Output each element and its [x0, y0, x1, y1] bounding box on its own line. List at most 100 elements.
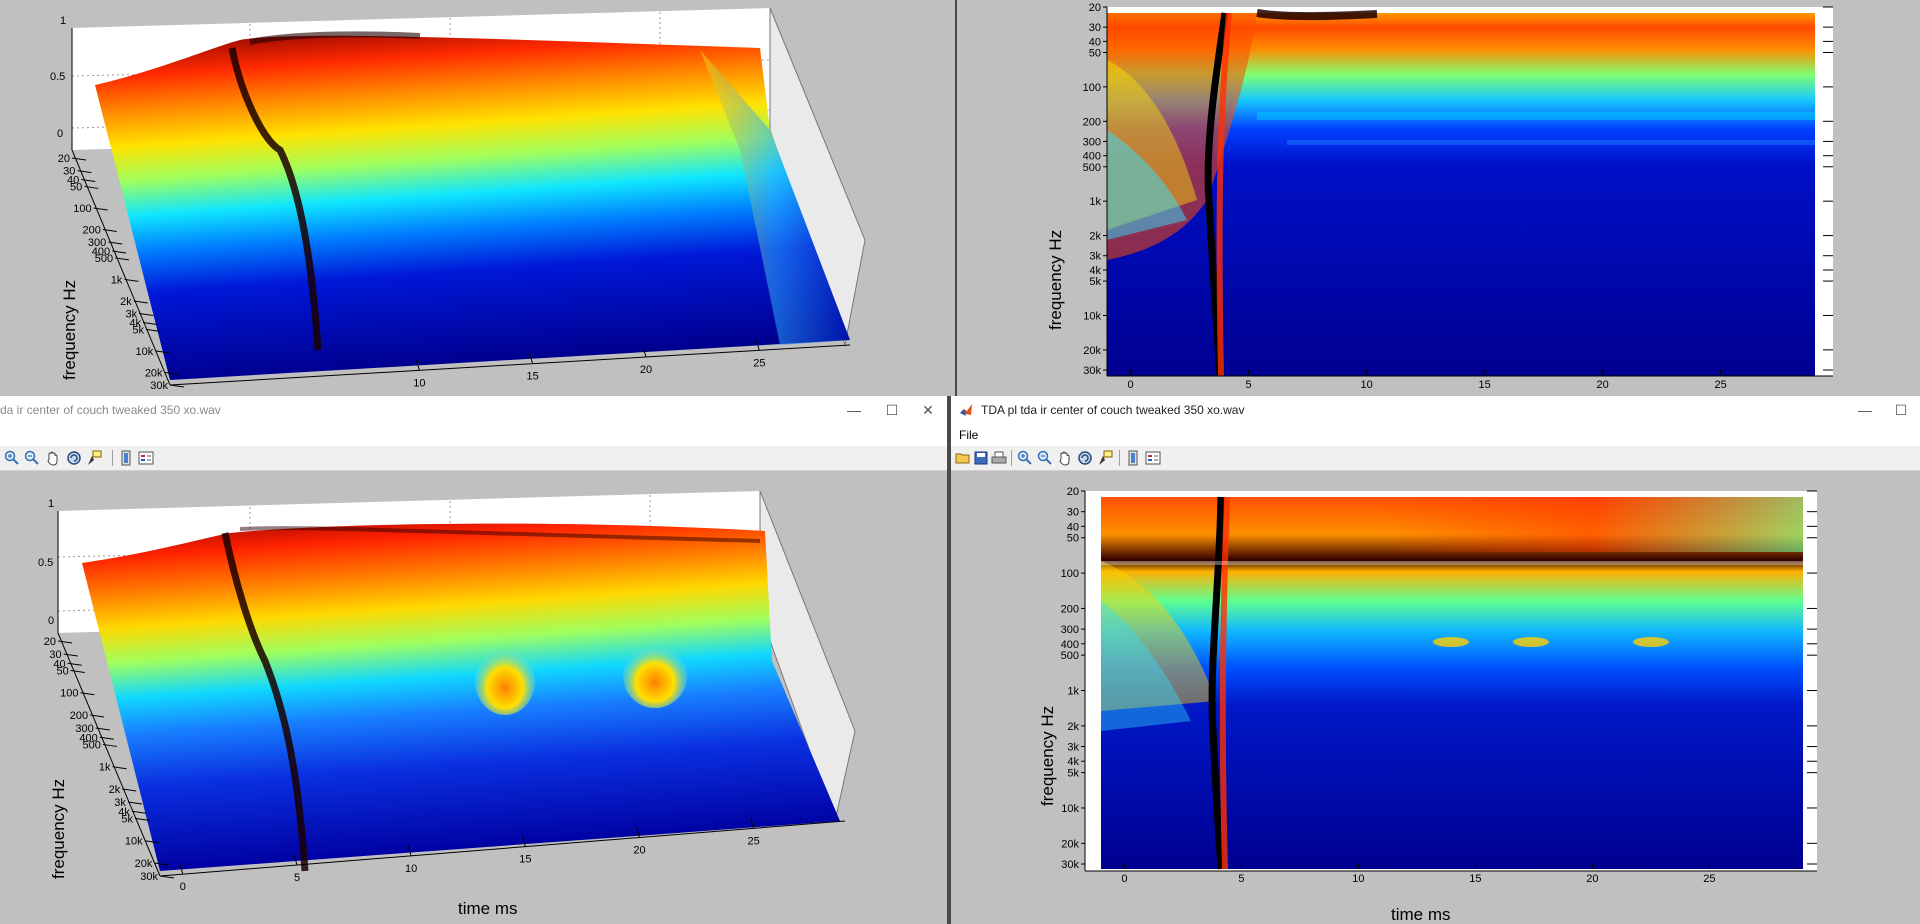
y-tick-label: 300 — [1083, 136, 1101, 148]
open-icon[interactable] — [955, 450, 971, 466]
x-tick-label: 15 — [1469, 873, 1481, 885]
menu-bar — [0, 424, 947, 446]
z-tick-label: 1 — [60, 15, 66, 27]
z-tick-label: 0.5 — [38, 557, 53, 569]
frequency-axis-label: frequency Hz — [49, 779, 68, 879]
y-tick-label: 30 — [1067, 507, 1079, 519]
freq-tick-label: 1k — [99, 762, 111, 774]
y-tick-label: 50 — [1089, 47, 1101, 59]
freq-tick-label: 200 — [82, 224, 100, 236]
y-tick-label: 500 — [1083, 162, 1101, 174]
surface — [95, 35, 850, 381]
rotate-icon[interactable] — [66, 450, 82, 466]
x-tick-label: 5 — [1246, 379, 1252, 391]
bottom-right-heatmap[interactable]: 203040501002003004005001k2k3k4k5k10k20k3… — [951, 471, 1920, 924]
low-freq-decay — [1381, 497, 1803, 552]
time-tick-label: 25 — [748, 835, 760, 847]
z-tick-label: 1 — [48, 498, 54, 510]
x-tick-label: 20 — [1586, 873, 1598, 885]
toolbar-separator — [1119, 450, 1120, 466]
freq-tick — [159, 875, 175, 879]
frequency-axis-label: frequency Hz — [1046, 230, 1065, 330]
y-tick-label: 20k — [1083, 345, 1101, 357]
frequency-axis-label: frequency Hz — [1038, 706, 1057, 806]
y-tick-label: 50 — [1067, 533, 1079, 545]
zoom-in-icon[interactable] — [4, 450, 20, 466]
zoom-out-icon[interactable] — [24, 450, 40, 466]
window-title: TDA pl tda ir center of couch tweaked 35… — [981, 403, 1245, 417]
freq-tick-label: 200 — [70, 710, 88, 722]
y-tick-label: 1k — [1067, 686, 1079, 698]
zoom-in-icon[interactable] — [1017, 450, 1033, 466]
figure-canvas: 1 0.5 0 20 30 40 50 100 200 300 400 500 1k 2k 3k 4k 5… — [0, 471, 947, 924]
time-tick-label: 5 — [294, 872, 300, 884]
time-tick-label: 20 — [640, 364, 652, 376]
z-tick-labels: 1 0.5 0 — [38, 498, 54, 627]
print-icon[interactable] — [991, 450, 1007, 466]
freq-tick-label: 1k — [111, 274, 123, 286]
y-tick-label: 30k — [1083, 365, 1101, 377]
freq-tick — [80, 692, 95, 696]
y-tick-label: 100 — [1083, 82, 1101, 94]
x-tick-label: 25 — [1703, 873, 1715, 885]
reflection-spot — [1633, 637, 1669, 647]
maximize-button[interactable]: ☐ — [1886, 398, 1916, 422]
rotate-icon[interactable] — [1077, 450, 1093, 466]
time-axis-label: time ms — [1391, 905, 1451, 924]
maximize-button[interactable]: ☐ — [877, 398, 907, 422]
y-tick-label: 20 — [1089, 2, 1101, 14]
pan-icon[interactable] — [45, 450, 61, 466]
title-bar[interactable]: da ir center of couch tweaked 350 xo.wav… — [0, 396, 947, 425]
freq-tick-label: 500 — [95, 253, 113, 265]
y-tick-label: 20 — [1067, 486, 1079, 498]
freq-tick-label: 30k — [150, 380, 168, 392]
reflection-spot — [1433, 637, 1469, 647]
freq-tick-label: 2k — [120, 296, 132, 308]
minimize-button[interactable]: — — [839, 398, 869, 422]
menu-file[interactable]: File — [959, 428, 978, 442]
freq-tick — [63, 653, 78, 657]
bottom-left-3d-plot[interactable]: 1 0.5 0 203040501002003004005001k2k3k4k5… — [0, 471, 947, 924]
freq-tick-label: 100 — [73, 203, 91, 215]
y-tick-label: 400 — [1061, 639, 1079, 651]
figure-canvas: 20 30 40 50 100 200 300 400 500 1k 2k 3k 4k 5k 10k 20k 3… — [951, 471, 1920, 924]
freq-tick — [71, 157, 87, 161]
freq-tick-label: 20k — [135, 858, 153, 870]
x-tick-label: 0 — [1121, 873, 1127, 885]
freq-tick-label: 100 — [60, 688, 78, 700]
top-right-heatmap[interactable]: 203040501002003004005001k2k3k4k5k10k20k3… — [957, 0, 1920, 396]
top-left-3d-plot-pane: 1 0.5 0 20 30 40 50 100 200 300 400 500 1k 2k 3k 4k 5… — [0, 0, 955, 396]
time-tick-label: 15 — [527, 371, 539, 383]
legend-icon[interactable] — [138, 450, 154, 466]
title-bar[interactable]: TDA pl tda ir center of couch tweaked 35… — [951, 396, 1920, 425]
freq-tick — [90, 714, 105, 718]
minimize-button[interactable]: — — [1850, 398, 1880, 422]
freq-tick-label: 30k — [140, 871, 158, 883]
freq-tick-label: 10k — [125, 836, 143, 848]
colorbar-icon[interactable] — [118, 450, 134, 466]
surface — [82, 523, 840, 871]
data-cursor-icon[interactable] — [1097, 450, 1113, 466]
pan-icon[interactable] — [1057, 450, 1073, 466]
time-tick-label: 0 — [180, 881, 186, 893]
legend-icon[interactable] — [1145, 450, 1161, 466]
zoom-out-icon[interactable] — [1037, 450, 1053, 466]
low-freq-ridge — [1256, 9, 1378, 21]
x-tick-label: 15 — [1478, 379, 1490, 391]
y-tick-label: 10k — [1083, 310, 1101, 322]
reflection-peak — [475, 647, 535, 715]
save-icon[interactable] — [973, 450, 989, 466]
top-left-3d-plot[interactable]: 1 0.5 0 203040501002003004005001k2k3k4k5… — [0, 0, 955, 396]
colorbar-icon[interactable] — [1125, 450, 1141, 466]
toolbar-separator — [112, 450, 113, 466]
time-tick-label: 15 — [519, 854, 531, 866]
mode-band — [1257, 112, 1815, 120]
toolbar-separator — [1011, 450, 1012, 466]
data-cursor-icon[interactable] — [86, 450, 102, 466]
close-button[interactable]: ✕ — [913, 398, 943, 422]
x-tick-label: 10 — [1360, 379, 1372, 391]
freq-tick-label: 20k — [145, 367, 163, 379]
x-tick-label: 20 — [1596, 379, 1608, 391]
freq-tick — [84, 185, 99, 189]
freq-tick — [169, 384, 185, 388]
